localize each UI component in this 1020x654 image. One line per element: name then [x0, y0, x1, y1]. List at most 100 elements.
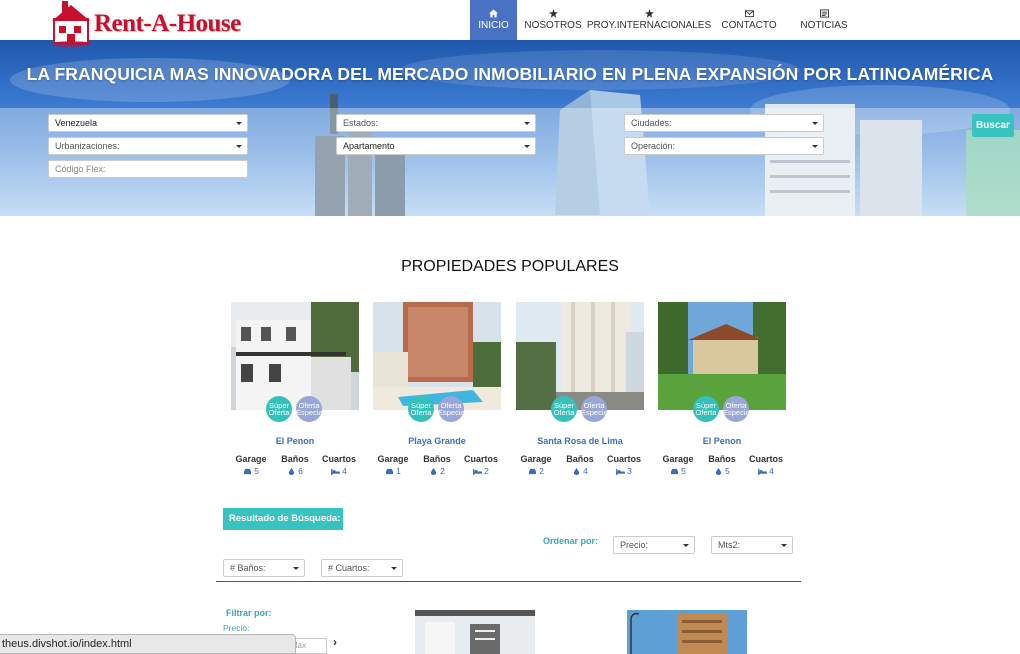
car-icon [671, 468, 679, 474]
car-icon [386, 468, 394, 474]
sort-banos-select[interactable]: # Baños: [223, 559, 305, 577]
estados-select-value: Estados: [343, 118, 379, 128]
property-name[interactable]: El Penon [658, 436, 786, 446]
cuartos-stat: Cuartos 3 [607, 454, 641, 476]
super-oferta-badge: Súper Oferta [266, 396, 292, 422]
results-divider [216, 581, 801, 582]
nav-item-inicio[interactable]: INICIO [470, 0, 517, 40]
chevron-down-icon [524, 122, 530, 125]
cuartos-value: 2 [484, 466, 489, 476]
property-name[interactable]: El Penon [231, 436, 359, 446]
chevron-down-icon [812, 122, 818, 125]
property-photo[interactable] [373, 302, 501, 410]
sort-cuartos-select[interactable]: # Cuartos: [321, 559, 403, 577]
cuartos-value: 4 [342, 466, 347, 476]
car-icon [529, 468, 537, 474]
super-oferta-badge: Súper Oferta [551, 396, 577, 422]
nav-item-contacto[interactable]: CONTACTO [709, 0, 789, 40]
offer-badges: Súper Oferta Oferta Especial [693, 396, 753, 424]
chevron-down-icon [391, 567, 397, 570]
tower-photo-image [516, 302, 644, 410]
banos-value: 6 [298, 466, 303, 476]
property-stats: Garage 5 Baños 5 Cuartos 4 [658, 454, 786, 476]
property-stats: Garage 2 Baños 4 Cuartos 3 [516, 454, 644, 476]
banos-label: Baños [566, 454, 594, 464]
operacion-select[interactable]: Operación: [624, 137, 824, 155]
bed-icon [616, 468, 625, 475]
result-photo-image [627, 610, 747, 654]
popular-section-title: PROPIEDADES POPULARES [401, 258, 619, 275]
chevron-right-icon[interactable]: › [333, 635, 337, 649]
property-name[interactable]: Santa Rosa de Lima [516, 436, 644, 446]
cuartos-stat: Cuartos 4 [749, 454, 783, 476]
filter-precio-label: Precio: [223, 623, 250, 633]
property-name[interactable]: Playa Grande [373, 436, 501, 446]
sort-cuartos-value: # Cuartos: [328, 563, 370, 573]
star-icon [548, 9, 558, 18]
property-card[interactable]: Súper Oferta Oferta Especial El Penon Ga… [231, 302, 359, 476]
property-stats: Garage 5 Baños 6 Cuartos 4 [231, 454, 359, 476]
codigo-flex-input[interactable]: Código Flex: [48, 160, 248, 178]
nav-label: PROY.INTERNACIONALES [586, 20, 712, 31]
offer-badges: Súper Oferta Oferta Especial [266, 396, 326, 424]
brand-logo[interactable]: Rent-A-House [50, 0, 241, 48]
ciudades-select[interactable]: Ciudades: [624, 114, 824, 132]
banos-stat: Baños 6 [278, 454, 312, 476]
operacion-select-value: Operación: [631, 141, 676, 151]
sort-banos-value: # Baños: [230, 563, 266, 573]
nav-item-proyectos-internacionales[interactable]: PROY.INTERNACIONALES [586, 0, 712, 40]
property-card[interactable]: Súper Oferta Oferta Especial El Penon Ga… [658, 302, 786, 476]
water-drop-icon [431, 467, 437, 475]
garage-label: Garage [235, 454, 267, 464]
house-photo-image [231, 302, 359, 410]
tipo-inmueble-select[interactable]: Apartamento [336, 137, 536, 155]
cuartos-label: Cuartos [607, 454, 642, 464]
cuartos-value: 4 [769, 466, 774, 476]
property-photo[interactable] [516, 302, 644, 410]
cuartos-stat: Cuartos 2 [464, 454, 498, 476]
result-thumbnail[interactable] [415, 610, 535, 654]
garage-stat: Garage 1 [376, 454, 410, 476]
estados-select[interactable]: Estados: [336, 114, 536, 132]
sort-precio-select[interactable]: Precio: [613, 536, 695, 554]
oferta-especial-badge: Oferta Especial [296, 396, 322, 422]
chevron-down-icon [236, 122, 242, 125]
offer-badges: Súper Oferta Oferta Especial [551, 396, 611, 424]
super-oferta-badge: Súper Oferta [693, 396, 719, 422]
sort-mts2-select[interactable]: Mts2: [711, 536, 793, 554]
urbanizaciones-select[interactable]: Urbanizaciones: [48, 137, 248, 155]
nav-label: NOSOTROS [524, 20, 582, 31]
bed-icon [473, 468, 482, 475]
buscar-button[interactable]: Buscar [972, 114, 1014, 137]
house-logo-icon [51, 1, 91, 47]
codigo-flex-placeholder: Código Flex: [55, 164, 106, 174]
newspaper-icon [819, 9, 829, 18]
nav-item-noticias[interactable]: NOTICIAS [789, 0, 859, 40]
building-pool-photo-image [373, 302, 501, 410]
garage-value: 1 [396, 466, 401, 476]
garage-label: Garage [662, 454, 694, 464]
car-icon [244, 468, 252, 474]
result-thumbnail[interactable] [627, 610, 747, 654]
cuartos-label: Cuartos [322, 454, 357, 464]
pais-select[interactable]: Venezuela [48, 114, 248, 132]
ciudades-select-value: Ciudades: [631, 118, 672, 128]
nav-item-nosotros[interactable]: NOSOTROS [517, 0, 589, 40]
top-navbar: Rent-A-House INICIO NOSOTROS PROY.INTERN… [0, 0, 1020, 47]
super-oferta-badge: Súper Oferta [408, 396, 434, 422]
chevron-down-icon [293, 567, 299, 570]
property-card[interactable]: Súper Oferta Oferta Especial Santa Rosa … [516, 302, 644, 476]
property-photo[interactable] [658, 302, 786, 410]
property-photo[interactable] [231, 302, 359, 410]
banos-stat: Baños 4 [563, 454, 597, 476]
envelope-icon [744, 10, 754, 18]
garden-house-photo-image [658, 302, 786, 410]
urbanizaciones-select-value: Urbanizaciones: [55, 141, 120, 151]
cuartos-label: Cuartos [464, 454, 499, 464]
result-photo-image [415, 610, 535, 654]
garage-stat: Garage 2 [519, 454, 553, 476]
water-drop-icon [716, 467, 722, 475]
property-card[interactable]: Súper Oferta Oferta Especial Playa Grand… [373, 302, 501, 476]
cuartos-label: Cuartos [749, 454, 784, 464]
nav-label: CONTACTO [721, 20, 777, 31]
